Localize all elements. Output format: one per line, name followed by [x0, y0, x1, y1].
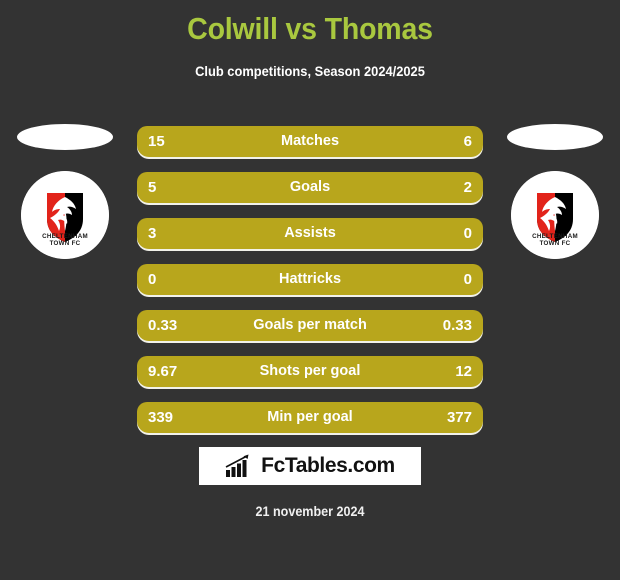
stat-row[interactable]: 0.33 Goals per match 0.33	[137, 310, 483, 341]
stat-row[interactable]: 0 Hattricks 0	[137, 264, 483, 295]
player-column-away: CHELTENHAM TOWN FC	[490, 120, 620, 280]
stat-home-value: 339	[148, 409, 174, 426]
stat-away-value: 12	[455, 363, 472, 380]
generated-date: 21 november 2024	[255, 504, 365, 519]
stat-label: Hattricks	[278, 271, 342, 287]
club-badge-away[interactable]: CHELTENHAM TOWN FC	[511, 171, 599, 259]
stat-label: Min per goal	[267, 409, 353, 425]
player-photo-placeholder-away	[507, 124, 603, 150]
club-badge-label-away: CHELTENHAM TOWN FC	[532, 232, 578, 248]
stat-row[interactable]: 5 Goals 2	[137, 172, 483, 203]
stat-label: Goals per match	[253, 317, 367, 333]
stat-away-value: 2	[463, 179, 472, 196]
fctables-brand-logo[interactable]: FcTables.com	[199, 447, 421, 485]
stat-away-value: 0	[463, 271, 472, 288]
stat-away-value: 0	[463, 225, 472, 242]
stat-row[interactable]: 339 Min per goal 377	[137, 402, 483, 433]
stat-row[interactable]: 9.67 Shots per goal 12	[137, 356, 483, 387]
stat-away-value: 6	[463, 133, 472, 150]
brand-name: FcTables.com	[261, 454, 395, 477]
club-badge-label-home: CHELTENHAM TOWN FC	[42, 232, 88, 248]
stat-label: Matches	[280, 133, 340, 149]
stat-label: Assists	[284, 225, 336, 241]
stat-home-value: 0.33	[148, 317, 178, 334]
stat-label: Shots per goal	[259, 363, 361, 379]
stat-away-value: 377	[446, 409, 472, 426]
stat-row[interactable]: 15 Matches 6	[137, 126, 483, 157]
stat-row[interactable]: 3 Assists 0	[137, 218, 483, 249]
page-subtitle: Club competitions, Season 2024/2025	[195, 63, 425, 79]
stat-home-value: 3	[148, 225, 157, 242]
stat-home-value: 5	[148, 179, 157, 196]
player-column-home: CHELTENHAM TOWN FC	[0, 120, 130, 280]
player-comparison-page: Colwill vs Thomas Club competitions, Sea…	[0, 0, 620, 580]
stat-label: Goals	[289, 179, 331, 195]
stat-home-value: 15	[148, 133, 165, 150]
stat-home-value: 9.67	[148, 363, 178, 380]
page-title: Colwill vs Thomas	[187, 11, 433, 46]
stat-home-value: 0	[148, 271, 157, 288]
bar-chart-growth-icon	[225, 454, 249, 477]
player-photo-placeholder-home	[17, 124, 113, 150]
stat-away-value: 0.33	[442, 317, 472, 334]
club-badge-home[interactable]: CHELTENHAM TOWN FC	[21, 171, 109, 259]
stats-list: 15 Matches 6 5 Goals 2 3 Assists 0 0 Hat…	[137, 126, 483, 448]
